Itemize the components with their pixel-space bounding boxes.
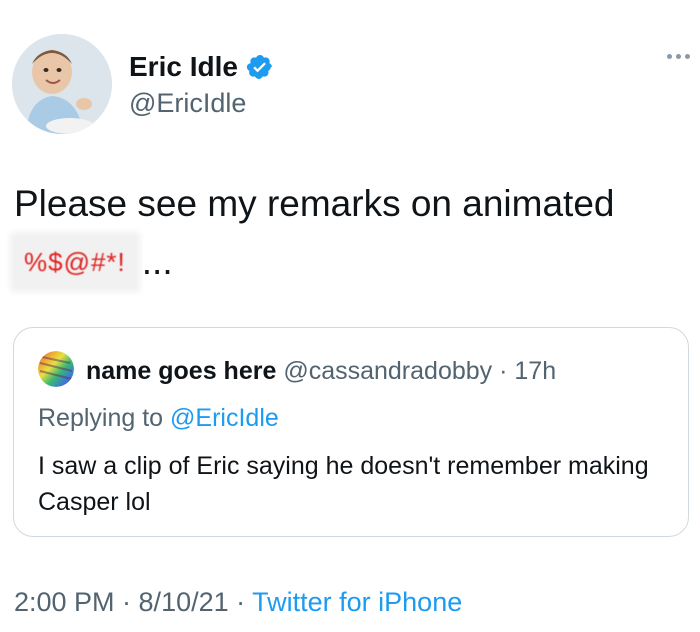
quoted-tweet-card[interactable]: name goes here @cassandradobby · 17h Rep… <box>13 327 689 537</box>
quoted-handle[interactable]: @cassandradobby <box>283 357 492 385</box>
quoted-display-name[interactable]: name goes here <box>86 357 276 385</box>
replying-prefix: Replying to <box>38 404 171 432</box>
author-display-name[interactable]: Eric Idle <box>129 50 238 84</box>
replying-to-line: Replying to @EricIdle <box>38 402 279 434</box>
tweet-text-line1: Please see my remarks on animated <box>14 183 615 224</box>
tweet-text-line2: %$@#*! ... <box>14 236 694 288</box>
more-options-icon[interactable] <box>667 54 690 59</box>
tweet-meta: 2:00 PM · 8/10/21 · Twitter for iPhone <box>14 585 462 619</box>
verified-badge-icon <box>246 55 272 79</box>
author-handle[interactable]: @EricIdle <box>129 86 246 120</box>
quoted-header: name goes here @cassandradobby · 17h <box>86 356 556 386</box>
rainbow-avatar <box>38 351 74 387</box>
quoted-separator: · <box>499 357 508 385</box>
replying-to-link[interactable]: @EricIdle <box>170 404 279 432</box>
timestamp[interactable]: 2:00 PM · 8/10/21 · <box>14 587 252 617</box>
author-name-row: Eric Idle <box>129 50 274 84</box>
censored-word: %$@#*! <box>14 236 136 288</box>
quoted-author-avatar[interactable] <box>38 351 74 387</box>
quoted-time[interactable]: 17h <box>514 357 556 385</box>
source-link[interactable]: Twitter for iPhone <box>252 587 462 617</box>
ellipsis: ... <box>141 241 173 282</box>
author-avatar[interactable] <box>12 34 112 134</box>
tweet-text: Please see my remarks on animated %$@#*!… <box>14 180 694 288</box>
baby-photo-avatar <box>12 34 112 134</box>
quoted-text: I saw a clip of Eric saying he doesn't r… <box>38 452 649 516</box>
